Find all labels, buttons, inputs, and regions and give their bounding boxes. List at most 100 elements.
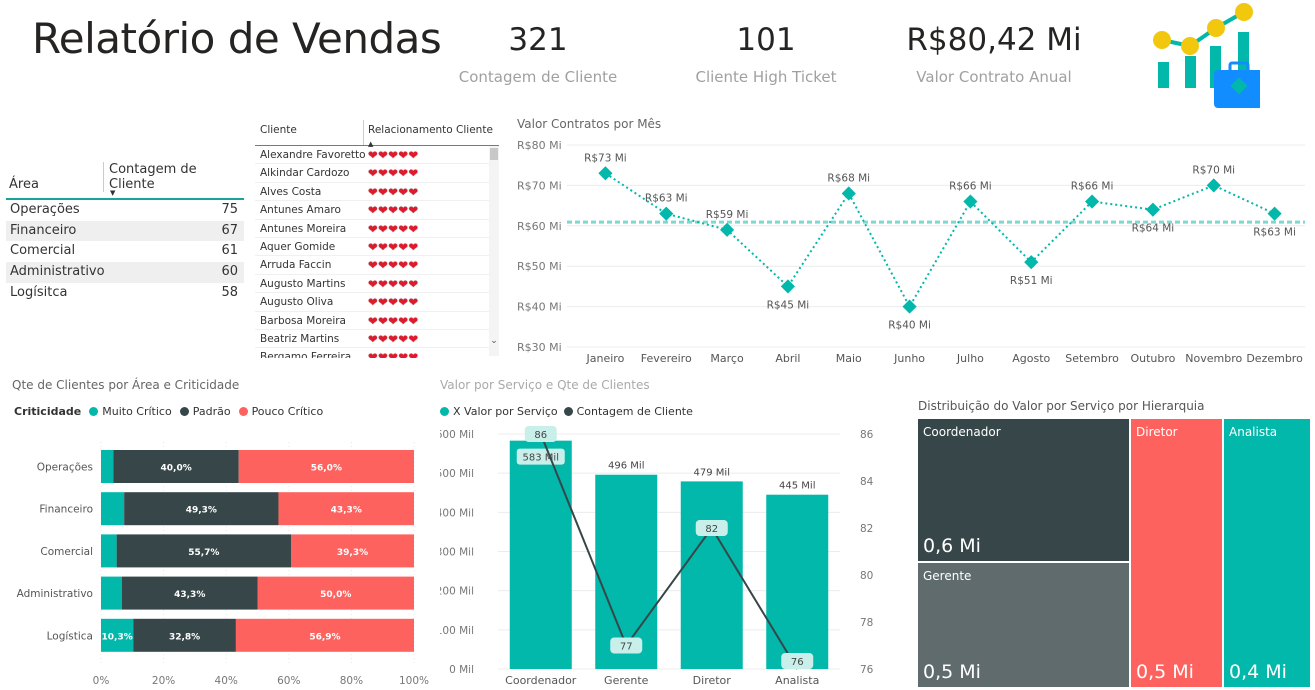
data-point[interactable] bbox=[841, 186, 856, 201]
data-label: R$73 Mi bbox=[584, 152, 627, 164]
kpi-label: Valor Contrato Anual bbox=[916, 68, 1072, 86]
legend-item[interactable]: Padrão bbox=[193, 405, 231, 418]
heart-rating-icon: ❤❤❤❤❤ bbox=[368, 313, 419, 328]
x-tick-label: Analista bbox=[775, 674, 819, 687]
y2-tick-label: 82 bbox=[860, 523, 873, 535]
x-tick-label: 60% bbox=[277, 675, 300, 687]
cell-area: Administrativo bbox=[10, 264, 105, 280]
x-tick-label: Maio bbox=[836, 352, 862, 365]
stacked-chart-title: Qte de Clientes por Área e Criticidade bbox=[12, 378, 240, 392]
treemap-tile-coordenador[interactable]: Coordenador 0,6 Mi bbox=[918, 419, 1129, 561]
scrollbar-thumb[interactable] bbox=[490, 148, 498, 160]
data-label: 479 Mil bbox=[694, 467, 730, 478]
y2-tick-label: 78 bbox=[860, 617, 873, 629]
table-row[interactable]: Operações 75 bbox=[6, 200, 244, 221]
data-point[interactable] bbox=[902, 299, 917, 314]
data-point[interactable] bbox=[598, 166, 613, 181]
bar-segment[interactable] bbox=[101, 576, 122, 610]
legend-item[interactable]: X Valor por Serviço bbox=[453, 405, 558, 418]
cell-cliente: Alkindar Cardozo bbox=[260, 167, 350, 180]
y-tick-label: 200 Mil bbox=[440, 586, 474, 598]
table-row[interactable]: Alexandre Favoretto ❤❤❤❤❤ bbox=[255, 146, 489, 165]
table-row[interactable]: Aquer Gomide ❤❤❤❤❤ bbox=[255, 238, 489, 257]
table-row[interactable]: Alkindar Cardozo ❤❤❤❤❤ bbox=[255, 164, 489, 183]
sort-desc-icon: ▼ bbox=[110, 189, 116, 197]
treemap-tile-diretor[interactable]: Diretor 0,5 Mi bbox=[1131, 419, 1222, 687]
kpi-label: Contagem de Cliente bbox=[458, 68, 618, 86]
table-row[interactable]: Augusto Martins ❤❤❤❤❤ bbox=[255, 275, 489, 294]
tile-name: Diretor bbox=[1136, 425, 1178, 439]
tile-value: 0,5 Mi bbox=[923, 661, 981, 683]
table-row[interactable]: Bergamo Ferreira ❤❤❤❤❤ bbox=[255, 348, 489, 358]
data-label: 49,3% bbox=[186, 506, 217, 516]
data-point[interactable] bbox=[1145, 202, 1160, 217]
table-row[interactable]: Antunes Amaro ❤❤❤❤❤ bbox=[255, 201, 489, 220]
legend-item[interactable]: Muito Crítico bbox=[102, 405, 171, 418]
cell-cliente: Barbosa Moreira bbox=[260, 314, 346, 327]
data-label: 77 bbox=[620, 642, 633, 653]
combo-chart: 0 Mil 100 Mil 200 Mil 300 Mil 400 Mil 500 Mil… bbox=[440, 426, 874, 687]
table-row[interactable]: Financeiro 67 bbox=[6, 220, 244, 242]
combo-legend: X Valor por Serviço Contagem de Cliente bbox=[440, 405, 693, 418]
data-point[interactable] bbox=[1267, 206, 1282, 221]
table-row[interactable]: Administrativo 60 bbox=[6, 262, 244, 283]
column-header-cliente[interactable]: Cliente bbox=[255, 120, 363, 145]
chevron-down-icon[interactable]: ⌄ bbox=[489, 336, 499, 346]
kpi-value: 321 bbox=[508, 22, 568, 58]
cell-count: 58 bbox=[221, 284, 238, 300]
table-row[interactable]: Antunes Moreira ❤❤❤❤❤ bbox=[255, 220, 489, 238]
data-point[interactable] bbox=[780, 279, 795, 294]
kpi-value: R$80,42 Mi bbox=[906, 22, 1082, 58]
column-header-contagem[interactable]: Contagem de Cliente ▼ bbox=[103, 162, 241, 197]
x-tick-label: 40% bbox=[215, 675, 238, 687]
x-tick-label: Janeiro bbox=[586, 352, 625, 365]
data-point[interactable] bbox=[1206, 178, 1221, 193]
table-row[interactable]: Barbosa Moreira ❤❤❤❤❤ bbox=[255, 312, 489, 330]
line-chart: R$30 Mi R$40 Mi R$50 Mi R$60 Mi R$70 Mi R$80 … bbox=[517, 139, 1305, 365]
legend-item[interactable]: Pouco Crítico bbox=[252, 405, 324, 418]
x-tick-label: 80% bbox=[340, 675, 363, 687]
bar-segment[interactable] bbox=[101, 492, 125, 526]
table-row[interactable]: Arruda Faccin ❤❤❤❤❤ bbox=[255, 256, 489, 275]
heart-rating-icon: ❤❤❤❤❤ bbox=[368, 239, 419, 254]
data-label: R$66 Mi bbox=[1071, 181, 1114, 193]
heart-rating-icon: ❤❤❤❤❤ bbox=[368, 221, 419, 236]
bar[interactable] bbox=[766, 494, 829, 669]
data-label: R$40 Mi bbox=[888, 320, 931, 332]
table-row[interactable]: Comercial 61 bbox=[6, 241, 244, 262]
x-tick-label: 100% bbox=[399, 675, 429, 687]
column-header-relacionamento[interactable]: Relacionamento Cliente ▲ bbox=[363, 120, 493, 148]
data-label: 39,3% bbox=[337, 548, 368, 558]
bar[interactable] bbox=[509, 440, 572, 669]
logo-bar bbox=[1185, 56, 1196, 88]
page-title: Relatório de Vendas bbox=[32, 14, 442, 63]
treemap-tile-analista[interactable]: Analista 0,4 Mi bbox=[1224, 419, 1310, 687]
bar[interactable] bbox=[680, 481, 743, 669]
x-tick-label: Julho bbox=[956, 352, 984, 365]
table-row[interactable]: Logísitca 58 bbox=[6, 283, 244, 304]
data-point[interactable] bbox=[1085, 194, 1100, 209]
data-label: 43,3% bbox=[174, 590, 205, 600]
bar-segment[interactable] bbox=[101, 534, 117, 568]
tile-value: 0,6 Mi bbox=[923, 535, 981, 557]
table-row[interactable]: Alves Costa ❤❤❤❤❤ bbox=[255, 183, 489, 202]
data-label: 56,9% bbox=[309, 632, 340, 642]
treemap-tile-gerente[interactable]: Gerente 0,5 Mi bbox=[918, 563, 1129, 687]
table-row[interactable]: Augusto Oliva ❤❤❤❤❤ bbox=[255, 293, 489, 312]
bar-segment[interactable] bbox=[101, 450, 114, 483]
cell-count: 75 bbox=[221, 202, 238, 217]
y2-tick-label: 84 bbox=[860, 476, 874, 488]
column-header-area[interactable]: Área bbox=[9, 177, 39, 192]
scrollbar[interactable]: ⌄ bbox=[489, 146, 499, 356]
x-tick-label: Setembro bbox=[1065, 352, 1119, 365]
data-point[interactable] bbox=[720, 222, 735, 237]
y2-tick-label: 86 bbox=[860, 429, 874, 441]
cell-cliente: Augusto Martins bbox=[260, 277, 346, 290]
cell-cliente: Alexandre Favoretto bbox=[260, 149, 365, 161]
legend-item[interactable]: Contagem de Cliente bbox=[577, 405, 693, 418]
data-point[interactable] bbox=[1024, 255, 1039, 270]
table-header: Área Contagem de Cliente ▼ bbox=[6, 162, 244, 200]
table-row[interactable]: Beatriz Martins ❤❤❤❤❤ bbox=[255, 330, 489, 349]
data-point[interactable] bbox=[659, 206, 674, 221]
x-tick-label: Dezembro bbox=[1246, 352, 1303, 365]
